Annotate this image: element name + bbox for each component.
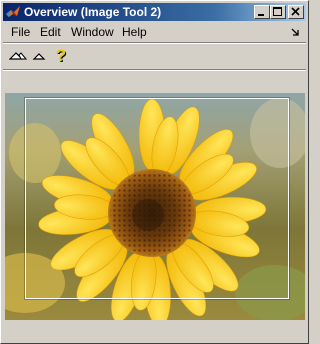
close-button[interactable] [288, 5, 304, 19]
region-of-interest-rectangle[interactable] [25, 98, 289, 299]
toolbar: ? ? [3, 44, 306, 68]
window-title: Overview (Image Tool 2) [24, 5, 162, 19]
close-icon [291, 7, 300, 16]
menu-help[interactable]: Help [122, 25, 147, 40]
dock-arrow-icon[interactable] [290, 26, 302, 38]
zoom-out-icon[interactable] [9, 47, 27, 65]
help-icon[interactable]: ? ? [53, 47, 71, 65]
menu-window[interactable]: Window [71, 25, 114, 40]
maximize-icon [273, 7, 282, 16]
menu-edit[interactable]: Edit [40, 25, 61, 40]
toolbar-separator [3, 69, 306, 71]
minimize-icon [258, 14, 264, 16]
overview-window: Overview (Image Tool 2) File Edit Window… [0, 0, 309, 344]
menu-file[interactable]: File [11, 25, 30, 40]
maximize-button[interactable] [270, 5, 286, 19]
menu-bar: File Edit Window Help [3, 23, 306, 42]
overview-image-area[interactable] [5, 93, 305, 320]
zoom-in-icon[interactable] [31, 47, 49, 65]
svg-text:?: ? [56, 47, 66, 65]
matlab-logo-icon [6, 6, 20, 17]
minimize-button[interactable] [254, 5, 270, 19]
title-bar[interactable]: Overview (Image Tool 2) [3, 3, 306, 21]
